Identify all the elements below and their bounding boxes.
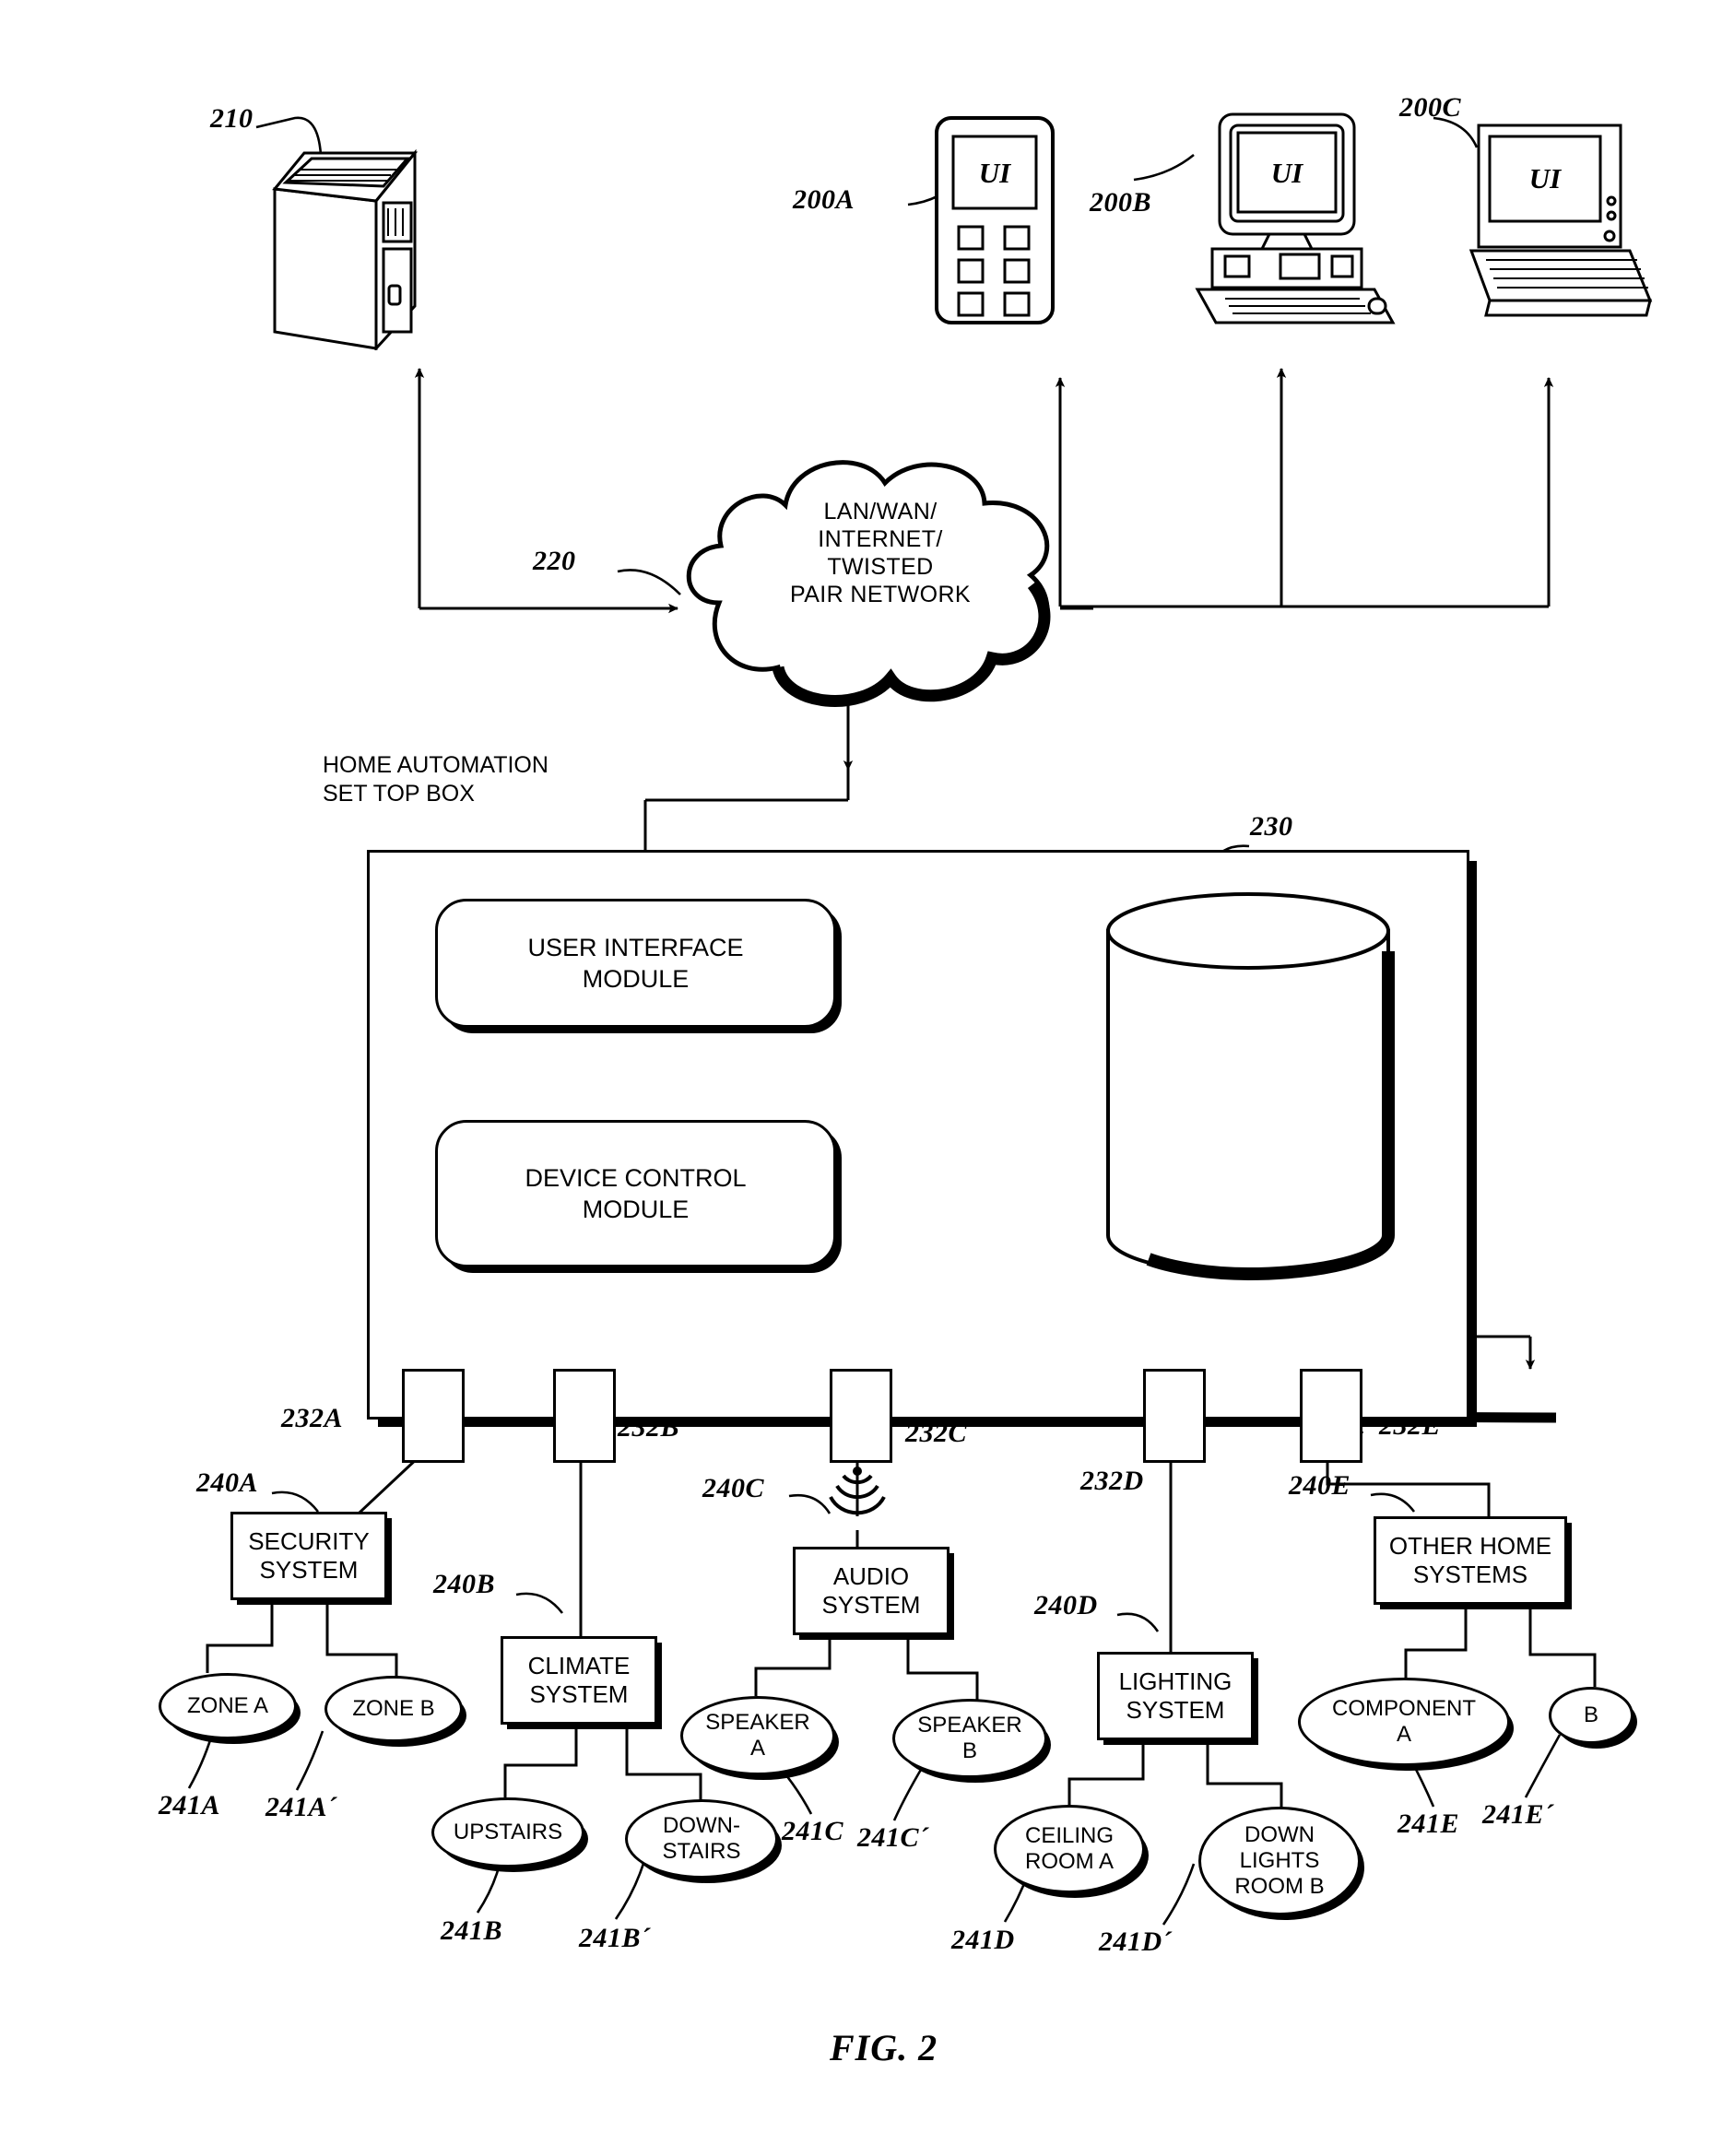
lighting-system-box[interactable]: LIGHTING SYSTEM [1097, 1652, 1254, 1740]
security-system-label: SECURITY SYSTEM [248, 1527, 370, 1584]
desktop-screen-label: UI [1271, 157, 1303, 189]
device-zone-b[interactable]: ZONE B [324, 1676, 463, 1742]
ref-241e: 241E [1398, 1808, 1460, 1839]
network-cloud-label: LAN/WAN/ INTERNET/ TWISTED PAIR NETWORK [789, 499, 971, 607]
interface-232c[interactable] [830, 1369, 892, 1463]
set-top-box-title: HOME AUTOMATION SET TOP BOX [323, 752, 548, 807]
device-component-a-label: COMPONENT A [1332, 1696, 1476, 1747]
user-interface-module-label: USER INTERFACE MODULE [527, 934, 744, 993]
handheld-screen-label: UI [979, 157, 1011, 189]
ref-241e-prime: 241E´ [1482, 1799, 1554, 1830]
ref-240d: 240D [1034, 1590, 1098, 1620]
handheld-device-icon: UI [935, 116, 1055, 324]
audio-system-box[interactable]: AUDIO SYSTEM [793, 1547, 949, 1635]
ref-240c: 240C [702, 1473, 765, 1503]
ref-232c: 232C [905, 1418, 968, 1448]
device-zone-b-label: ZONE B [352, 1696, 435, 1721]
device-ceiling-room-a[interactable]: CEILING ROOM A [994, 1805, 1145, 1893]
desktop-computer-icon: UI [1195, 112, 1396, 324]
security-system-box[interactable]: SECURITY SYSTEM [230, 1512, 387, 1600]
laptop-computer-icon: UI [1468, 124, 1653, 317]
device-control-module[interactable]: DEVICE CONTROL MODULE [435, 1120, 836, 1267]
ref-220: 220 [533, 546, 576, 576]
ref-241a: 241A [159, 1790, 221, 1820]
other-home-systems-label: OTHER HOME SYSTEMS [1388, 1532, 1552, 1588]
interface-232e[interactable] [1300, 1369, 1362, 1463]
ref-210: 210 [210, 103, 254, 134]
device-zone-a[interactable]: ZONE A [159, 1673, 297, 1739]
device-control-module-label: DEVICE CONTROL MODULE [525, 1164, 747, 1223]
ref-232d: 232D [1080, 1466, 1144, 1496]
device-b-label: B [1583, 1702, 1598, 1727]
climate-system-label: CLIMATE SYSTEM [527, 1652, 631, 1708]
ref-200c: 200C [1399, 92, 1462, 123]
device-speaker-a-label: SPEAKER A [705, 1710, 810, 1761]
device-zone-a-label: ZONE A [186, 1693, 269, 1718]
device-speaker-b[interactable]: SPEAKER B [892, 1699, 1047, 1778]
ref-240a: 240A [196, 1467, 259, 1498]
device-upstairs-label: UPSTAIRS [453, 1820, 563, 1844]
figure-caption: FIG. 2 [830, 2027, 938, 2068]
ref-241b: 241B [441, 1915, 503, 1946]
patent-figure: UI UI UI LAN/WAN/ INTERNET/ TWISTED PAIR… [0, 0, 1722, 2156]
other-home-systems-box[interactable]: OTHER HOME SYSTEMS [1374, 1516, 1567, 1605]
ref-241c-prime: 241C´ [857, 1822, 929, 1853]
lighting-system-label: LIGHTING SYSTEM [1118, 1667, 1233, 1724]
device-downstairs[interactable]: DOWN- STAIRS [625, 1799, 778, 1879]
ref-200b: 200B [1090, 187, 1152, 218]
interface-232b[interactable] [553, 1369, 616, 1463]
device-down-lights-room-b-label: DOWN LIGHTS ROOM B [1234, 1822, 1325, 1899]
climate-system-box[interactable]: CLIMATE SYSTEM [501, 1636, 657, 1725]
ref-232a: 232A [281, 1403, 344, 1433]
ref-230: 230 [1250, 811, 1293, 842]
ref-241b-prime: 241B´ [579, 1923, 651, 1953]
ref-241c: 241C [782, 1816, 844, 1846]
device-component-a[interactable]: COMPONENT A [1298, 1678, 1510, 1766]
interface-232d[interactable] [1143, 1369, 1206, 1463]
ref-241d: 241D [951, 1925, 1015, 1955]
user-interface-module[interactable]: USER INTERFACE MODULE [435, 899, 836, 1028]
ref-240e: 240E [1289, 1470, 1351, 1501]
device-speaker-b-label: SPEAKER B [917, 1713, 1022, 1763]
interface-232a[interactable] [402, 1369, 465, 1463]
ref-241a-prime: 241A´ [265, 1792, 337, 1822]
device-upstairs[interactable]: UPSTAIRS [431, 1797, 584, 1867]
device-down-lights-room-b[interactable]: DOWN LIGHTS ROOM B [1198, 1807, 1361, 1915]
device-downstairs-label: DOWN- STAIRS [662, 1813, 741, 1864]
server-tower-icon [272, 148, 419, 350]
ref-240b: 240B [433, 1569, 496, 1599]
device-ceiling-room-a-label: CEILING ROOM A [1024, 1823, 1115, 1874]
ref-200a: 200A [793, 184, 855, 215]
laptop-screen-label: UI [1529, 162, 1562, 194]
audio-system-label: AUDIO SYSTEM [821, 1562, 921, 1619]
device-b[interactable]: B [1549, 1687, 1634, 1744]
datastore-cylinder-icon[interactable] [1095, 887, 1418, 1283]
device-speaker-a[interactable]: SPEAKER A [680, 1696, 835, 1775]
ref-241d-prime: 241D´ [1099, 1926, 1173, 1957]
